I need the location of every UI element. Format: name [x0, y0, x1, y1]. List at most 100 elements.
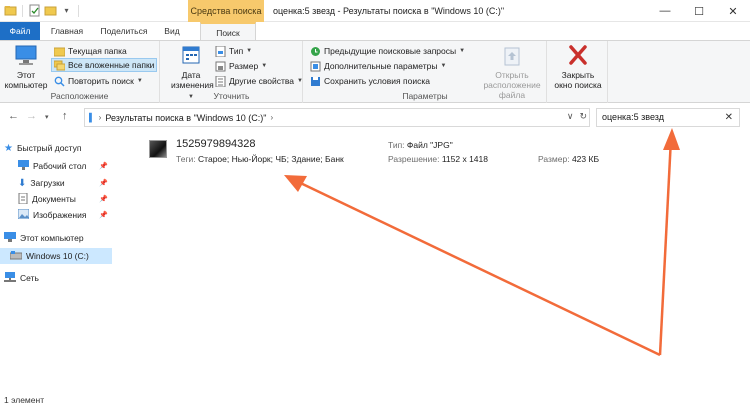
network-icon [4, 272, 16, 284]
group-refine-label: Уточнить [213, 91, 250, 101]
current-folder-label: Текущая папка [68, 46, 127, 56]
nav-downloads-label: Загрузки [30, 178, 65, 188]
this-pc-button[interactable]: Этот компьютер [4, 44, 48, 90]
chevron-down-icon: ▼ [246, 48, 253, 54]
file-type-icon [215, 45, 226, 57]
nav-desktop-label: Рабочий стол [33, 161, 87, 171]
calendar-icon [178, 44, 204, 68]
customize-toolbar-icon[interactable]: ▾ [60, 4, 73, 17]
other-properties-button[interactable]: Другие свойства ▼ [213, 74, 305, 88]
other-properties-label: Другие свойства [229, 76, 295, 86]
current-folder-button[interactable]: Текущая папка [52, 44, 129, 58]
close-window-button[interactable]: ✕ [716, 0, 750, 22]
refresh-icon[interactable]: ↻ [579, 111, 587, 122]
group-options-label: Параметры [402, 91, 448, 101]
desktop-icon [18, 160, 29, 172]
save-search-button[interactable]: Сохранить условия поиска [308, 74, 432, 88]
tags-label: Теги: [176, 154, 196, 164]
nav-quick-access-label: Быстрый доступ [16, 143, 82, 153]
tab-home[interactable]: Главная [44, 22, 90, 40]
group-refine: Дата изменения ▼ Тип ▼ Размер ▼ Другие с… [161, 41, 303, 103]
chevron-down-icon: ▼ [459, 48, 466, 54]
group-close-search: Закрыть окно поиска [548, 41, 608, 103]
nav-downloads[interactable]: ⬇ Загрузки 📌 [18, 175, 114, 191]
date-modified-label: Дата изменения [171, 70, 214, 90]
all-subfolders-label: Все вложенные папки [68, 60, 155, 70]
search-results-icon: ▌ [89, 113, 95, 122]
resolution-value: 1152 x 1418 [441, 154, 488, 164]
type-label: Тип [229, 46, 244, 56]
pin-icon: 📌 [99, 196, 108, 203]
result-file-name: 1525979894328 [176, 138, 256, 150]
computer-icon [4, 232, 16, 244]
title-bar: ▾ Средства поиска оценка:5 звезд - Резул… [0, 0, 750, 22]
path-chevron-icon: › [270, 113, 274, 122]
properties-icon [215, 75, 226, 87]
tab-view[interactable]: Вид [157, 22, 187, 40]
save-search-icon [310, 76, 321, 87]
tab-search[interactable]: Поиск [200, 22, 256, 41]
minimize-button[interactable]: — [648, 0, 682, 22]
advanced-options-button[interactable]: Дополнительные параметры ▼ [308, 59, 448, 73]
nav-pictures-label: Изображения [33, 210, 87, 220]
maximize-button[interactable]: ☐ [682, 0, 716, 22]
image-thumbnail [149, 140, 167, 158]
back-arrow-icon[interactable]: ← [8, 110, 19, 122]
nav-desktop[interactable]: Рабочий стол 📌 [18, 158, 114, 174]
chevron-down-icon: ▼ [136, 78, 143, 84]
up-arrow-icon[interactable]: ↑ [62, 110, 68, 122]
ribbon-tabs: Файл Главная Поделиться Вид Поиск [0, 22, 750, 41]
advanced-options-icon [310, 61, 321, 72]
type-button[interactable]: Тип ▼ [213, 44, 254, 58]
ribbon: Этот компьютер Текущая папка Все вложенн… [0, 40, 750, 103]
pin-icon: 📌 [99, 163, 108, 170]
group-options: Предыдущие поисковые запросы ▼ Дополните… [304, 41, 547, 103]
all-subfolders-button[interactable]: Все вложенные папки [51, 58, 158, 72]
result-tags: Теги: Старое; Нью-Йорк; ЧБ; Здание; Банк [176, 154, 344, 164]
folder-icon [4, 4, 17, 17]
size-field-label: Размер: [538, 154, 570, 164]
nav-drive-c-label: Windows 10 (C:) [26, 251, 89, 261]
folder-icon [53, 46, 66, 57]
drive-icon [9, 250, 23, 262]
search-tools-context-tab: Средства поиска [188, 0, 264, 22]
item-count: 1 элемент [4, 395, 45, 405]
type-field-label: Тип: [388, 140, 405, 150]
close-icon [565, 44, 591, 68]
address-dropdown-icon[interactable]: ∨ [567, 111, 574, 122]
recent-searches-button[interactable]: Предыдущие поисковые запросы ▼ [308, 44, 467, 58]
result-type: Тип: Файл "JPG" [388, 140, 453, 150]
nav-pictures[interactable]: Изображения 📌 [17, 207, 114, 223]
search-input[interactable]: оценка:5 звезд ✕ [596, 108, 740, 127]
nav-this-pc[interactable]: Этот компьютер [4, 230, 116, 246]
close-search-button[interactable]: Закрыть окно поиска [552, 44, 604, 90]
window-title: оценка:5 звезд - Результаты поиска в "Wi… [273, 6, 505, 16]
address-row: ← → ▾ ↑ ▌ › Результаты поиска в "Windows… [0, 104, 750, 130]
size-button[interactable]: Размер ▼ [213, 59, 269, 73]
clear-search-icon[interactable]: ✕ [725, 109, 733, 126]
properties-icon[interactable] [28, 4, 41, 17]
address-bar[interactable]: ▌ › Результаты поиска в "Windows 10 (C:)… [84, 108, 590, 127]
nav-quick-access[interactable]: ★ Быстрый доступ [4, 140, 116, 156]
tags-value: Старое; Нью-Йорк; ЧБ; Здание; Банк [198, 154, 344, 164]
recent-locations-icon[interactable]: ▾ [45, 113, 49, 121]
nav-documents-label: Документы [32, 194, 76, 204]
search-again-label: Повторить поиск [68, 76, 134, 86]
nav-documents[interactable]: Документы 📌 [18, 191, 114, 207]
nav-network[interactable]: Сеть [4, 270, 116, 286]
type-value: Файл "JPG" [406, 140, 453, 150]
forward-arrow-icon[interactable]: → [26, 110, 37, 122]
search-again-button[interactable]: Повторить поиск ▼ [52, 74, 145, 88]
resolution-label: Разрешение: [388, 154, 440, 164]
result-resolution: Разрешение: 1152 x 1418 [388, 154, 488, 164]
nav-network-label: Сеть [20, 273, 39, 283]
pictures-icon [17, 208, 30, 221]
tab-share[interactable]: Поделиться [94, 22, 154, 40]
nav-drive-c[interactable]: Windows 10 (C:) [0, 248, 112, 264]
size-icon [215, 61, 226, 72]
subfolders-icon [53, 60, 66, 71]
search-again-icon [54, 76, 65, 87]
tab-file[interactable]: Файл [0, 22, 40, 40]
new-folder-icon[interactable] [44, 4, 57, 17]
computer-icon [13, 44, 39, 68]
